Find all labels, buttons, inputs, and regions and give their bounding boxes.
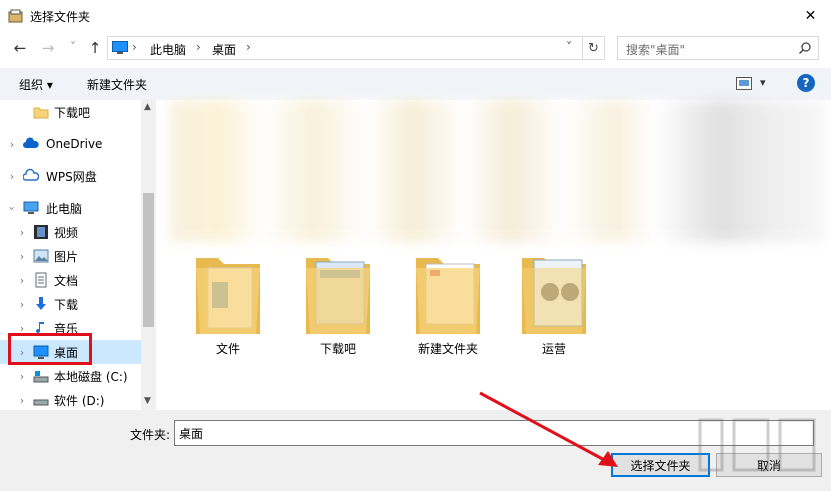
chevron-right-icon[interactable]: › bbox=[17, 370, 27, 383]
back-button[interactable]: ← bbox=[11, 39, 29, 57]
sidebar-item-label: 视频 bbox=[54, 225, 79, 240]
sidebar-item-pictures[interactable]: › 图片 bbox=[0, 244, 141, 268]
app-icon bbox=[8, 9, 23, 23]
sidebar-item-label: 文档 bbox=[54, 273, 79, 288]
computer-icon bbox=[23, 201, 39, 214]
window-title: 选择文件夹 bbox=[30, 10, 91, 24]
video-icon bbox=[34, 225, 48, 239]
sidebar-item-this-pc[interactable]: › 此电脑 bbox=[0, 196, 141, 220]
highlight-box-desktop bbox=[8, 333, 92, 365]
organize-menu-button[interactable]: 组织 ▾ bbox=[19, 76, 53, 93]
forward-button[interactable]: → bbox=[39, 39, 57, 57]
sidebar-item-xiazaiba[interactable]: 下载吧 bbox=[0, 100, 141, 124]
chevron-right-icon[interactable]: › bbox=[7, 138, 17, 151]
breadcrumb-separator: › bbox=[246, 40, 251, 54]
folder-field-label: 文件夹: bbox=[130, 428, 171, 442]
scroll-up-icon[interactable]: ▲ bbox=[144, 102, 151, 112]
address-dropdown-icon[interactable]: ˅ bbox=[566, 40, 572, 54]
sidebar-scrollbar-thumb[interactable] bbox=[143, 193, 154, 327]
sidebar-item-label: WPS网盘 bbox=[46, 169, 97, 184]
close-icon: ✕ bbox=[804, 8, 817, 24]
sidebar-item-videos[interactable]: › 视频 bbox=[0, 220, 141, 244]
chevron-right-icon[interactable]: › bbox=[17, 394, 27, 407]
chevron-down-icon[interactable]: › bbox=[6, 203, 19, 213]
sidebar-item-label: 下载 bbox=[54, 297, 79, 312]
help-icon: ? bbox=[802, 76, 810, 90]
sidebar-item-label: 图片 bbox=[54, 249, 79, 264]
sidebar-item-onedrive[interactable]: › OneDrive bbox=[0, 132, 141, 156]
close-button[interactable]: ✕ bbox=[790, 0, 831, 32]
folder-item[interactable]: 下载吧 bbox=[298, 248, 378, 358]
sidebar-item-label: 软件 (D:) bbox=[54, 393, 105, 408]
up-button[interactable]: ↑ bbox=[86, 39, 104, 57]
documents-icon bbox=[35, 272, 47, 288]
folder-icon bbox=[33, 107, 49, 119]
folder-item[interactable]: 运营 bbox=[514, 248, 594, 358]
help-button[interactable]: ? bbox=[797, 74, 815, 92]
breadcrumb-desktop[interactable]: 桌面 bbox=[212, 41, 236, 58]
sidebar-item-drive-c[interactable]: › 本地磁盘 (C:) bbox=[0, 364, 141, 388]
chevron-right-icon[interactable]: › bbox=[17, 250, 27, 263]
pictures-icon bbox=[33, 249, 49, 263]
chevron-right-icon[interactable]: › bbox=[17, 298, 27, 311]
drive-icon bbox=[33, 371, 49, 383]
chevron-right-icon[interactable]: › bbox=[17, 274, 27, 287]
breadcrumb-separator: › bbox=[132, 40, 137, 54]
refresh-icon: ↻ bbox=[588, 40, 599, 56]
sidebar-item-wps-cloud[interactable]: › WPS网盘 bbox=[0, 164, 141, 188]
folder-name: 下载吧 bbox=[319, 342, 356, 356]
forward-arrow-icon: → bbox=[41, 39, 55, 57]
sidebar-item-documents[interactable]: › 文档 bbox=[0, 268, 141, 292]
sidebar-item-label: 此电脑 bbox=[46, 201, 83, 216]
drive-icon bbox=[33, 399, 49, 406]
recent-locations-button[interactable]: ˅ bbox=[64, 38, 82, 56]
search-box[interactable]: 搜索"桌面" bbox=[617, 36, 819, 60]
scroll-down-icon[interactable]: ▼ bbox=[144, 396, 151, 406]
folder-name: 运营 bbox=[541, 342, 566, 356]
refresh-button[interactable]: ↻ bbox=[583, 36, 605, 60]
sidebar-item-drive-d[interactable]: › 软件 (D:) bbox=[0, 388, 141, 410]
folder-name: 新建文件夹 bbox=[417, 342, 478, 356]
breadcrumb-this-pc[interactable]: 此电脑 bbox=[150, 41, 186, 58]
cloud-icon bbox=[23, 168, 39, 181]
blurred-items-row bbox=[170, 100, 825, 242]
sidebar-item-downloads[interactable]: › 下载 bbox=[0, 292, 141, 316]
folder-icon bbox=[196, 258, 260, 334]
chevron-right-icon[interactable]: › bbox=[17, 226, 27, 239]
watermark-logo bbox=[698, 418, 816, 472]
search-input[interactable]: 搜索"桌面" bbox=[626, 41, 685, 58]
sidebar-item-label: 本地磁盘 (C:) bbox=[54, 369, 128, 384]
sidebar-item-label: 下载吧 bbox=[54, 105, 91, 120]
view-dropdown-icon[interactable]: ▾ bbox=[760, 76, 766, 89]
new-folder-button[interactable]: 新建文件夹 bbox=[87, 76, 147, 93]
view-options-icon[interactable] bbox=[736, 77, 752, 91]
chevron-right-icon[interactable]: › bbox=[7, 170, 17, 183]
download-icon bbox=[36, 297, 46, 310]
breadcrumb-separator: › bbox=[196, 40, 201, 54]
chevron-down-icon: ˅ bbox=[70, 40, 76, 54]
folder-icon bbox=[416, 258, 480, 334]
folder-icon bbox=[306, 258, 370, 334]
sidebar-item-label: OneDrive bbox=[46, 137, 103, 151]
up-arrow-icon: ↑ bbox=[88, 39, 102, 57]
cloud-icon bbox=[23, 137, 39, 148]
back-arrow-icon: ← bbox=[13, 39, 27, 57]
title-bar bbox=[0, 0, 831, 32]
search-icon[interactable] bbox=[798, 41, 812, 55]
folder-name: 文件 bbox=[215, 342, 240, 356]
desktop-icon bbox=[112, 41, 128, 54]
folder-item[interactable]: 新建文件夹 bbox=[408, 248, 488, 358]
folder-item[interactable]: 文件 bbox=[188, 248, 268, 358]
annotation-arrow bbox=[479, 391, 618, 467]
address-bar[interactable]: › 此电脑 › 桌面 › ˅ bbox=[107, 36, 583, 60]
folder-icon bbox=[522, 258, 586, 334]
